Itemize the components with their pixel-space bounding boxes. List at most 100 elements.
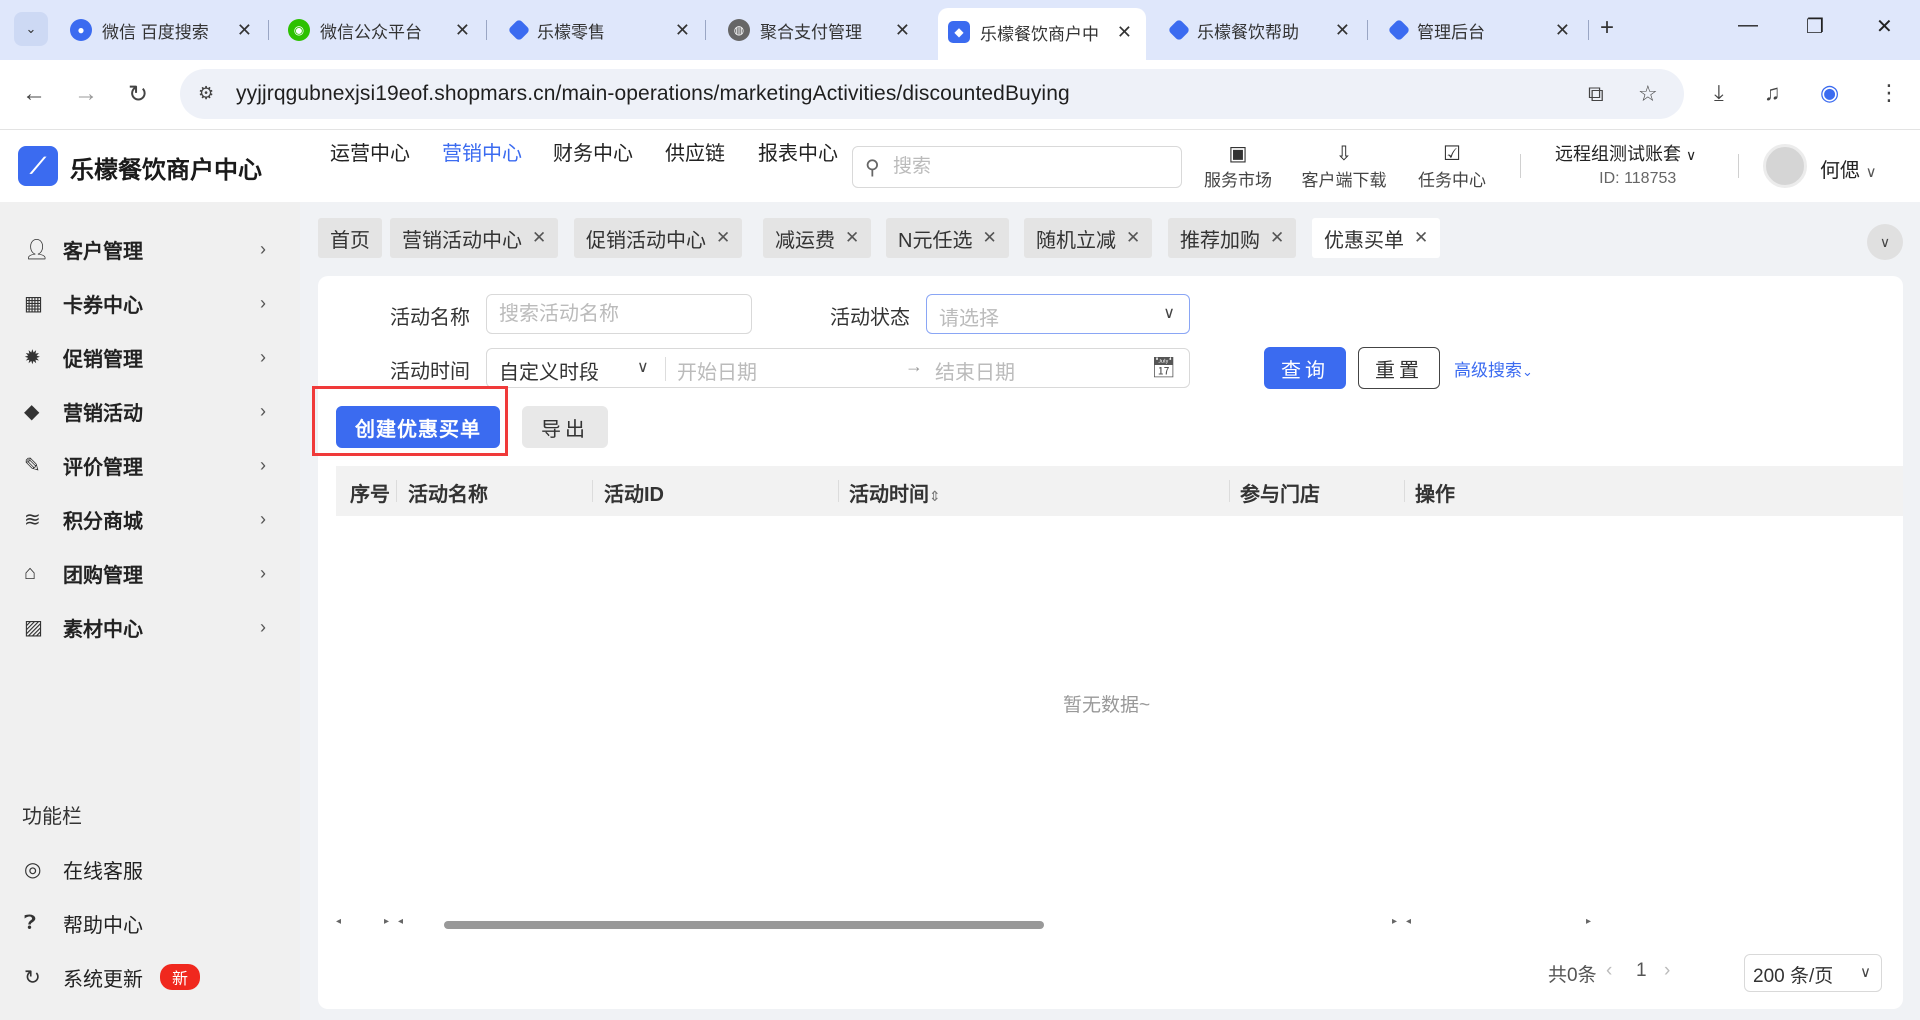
site-info-icon[interactable]: ⚙ xyxy=(198,83,214,104)
close-icon[interactable]: ✕ xyxy=(716,228,730,248)
scroll-right-icon[interactable]: ▸ xyxy=(1586,916,1591,927)
scroll-left-icon[interactable]: ◂ xyxy=(398,916,403,927)
scroll-right-icon[interactable]: ▸ xyxy=(384,916,389,927)
sidebar-item-system-update[interactable]: ↻ 系统更新 新 xyxy=(0,950,300,1004)
sidebar-item-customers[interactable]: 👤︎ 客户管理 › xyxy=(0,222,300,276)
tabs-dropdown-button[interactable]: ∨ xyxy=(1867,224,1903,260)
close-icon[interactable]: ✕ xyxy=(675,20,690,41)
user-menu[interactable]: 何偲 ∨ xyxy=(1820,154,1877,183)
scroll-left-icon[interactable]: ◂ xyxy=(336,916,341,927)
col-index: 序号 xyxy=(350,484,390,506)
page-size-select[interactable]: 200 条/页 ∨ xyxy=(1744,954,1882,992)
page-tab-shipping-discount[interactable]: 减运费 ✕ xyxy=(763,218,872,258)
prev-page-icon[interactable]: ‹ xyxy=(1606,960,1612,982)
close-icon[interactable]: ✕ xyxy=(1270,228,1284,248)
close-icon[interactable]: ✕ xyxy=(1555,20,1570,41)
service-market-button[interactable]: ▣ 服务市场 xyxy=(1198,142,1278,191)
col-activity-time[interactable]: 活动时间⇕ xyxy=(849,478,941,507)
sidebar-item-coupons[interactable]: ▦ 卡券中心 › xyxy=(0,276,300,330)
window-close-icon[interactable]: ✕ xyxy=(1876,14,1893,39)
export-button[interactable]: 导出 xyxy=(522,406,608,448)
browser-tab-help[interactable]: 乐檬餐饮帮助 ✕ xyxy=(1167,12,1350,48)
sidebar-item-points-mall[interactable]: ≋ 积分商城 › xyxy=(0,492,300,546)
page-tab-marketing-center[interactable]: 营销活动中心 ✕ xyxy=(390,218,559,258)
close-icon[interactable]: ✕ xyxy=(1335,20,1350,41)
main-panel: 活动名称 活动状态 请选择 ∨ 活动时间 自定义时段 ∨ 开始日期 → 结束日期… xyxy=(312,276,1903,1009)
account-switcher[interactable]: 远程组测试账套 ∨ ID: 118753 xyxy=(1555,140,1696,188)
topnav-finance[interactable]: 财务中心 xyxy=(553,138,633,170)
restore-icon[interactable]: ❐ xyxy=(1806,14,1824,39)
activity-name-input[interactable] xyxy=(487,295,751,333)
reload-icon[interactable]: ↻ xyxy=(128,80,148,109)
table-horizontal-scrollbar[interactable]: ◂ ▸ ◂ ▸ ◂ ▸ xyxy=(336,916,1903,932)
topnav-operations[interactable]: 运营中心 xyxy=(330,138,410,170)
browser-menu-icon[interactable]: ⋮ xyxy=(1878,80,1900,106)
url-text[interactable]: yyjjrqgubnexjsi19eof.shopmars.cn/main-op… xyxy=(236,82,1070,106)
browser-tab-wechat-mp[interactable]: ◉ 微信公众平台 ✕ xyxy=(288,12,470,48)
close-icon[interactable]: ✕ xyxy=(1414,228,1428,248)
page-tab-n-yuan-pick[interactable]: N元任选 ✕ xyxy=(886,218,1009,258)
page-tab-discounted-buying[interactable]: 优惠买单 ✕ xyxy=(1312,218,1441,258)
header-search-input[interactable] xyxy=(893,153,1173,181)
sidebar-item-promotions[interactable]: ✹ 促销管理 › xyxy=(0,330,300,384)
bookmark-star-icon[interactable]: ☆ xyxy=(1638,81,1658,107)
sidebar-item-group-buy[interactable]: ⌂ 团购管理 › xyxy=(0,546,300,600)
page-tab-home[interactable]: 首页 xyxy=(318,218,382,258)
topnav-supply-chain[interactable]: 供应链 xyxy=(665,138,725,170)
scrollbar-thumb[interactable] xyxy=(444,921,1044,929)
tab-search-button[interactable]: ⌄ xyxy=(14,12,48,46)
avatar[interactable] xyxy=(1763,144,1807,188)
close-icon[interactable]: ✕ xyxy=(532,228,546,248)
sidebar-item-online-service[interactable]: ◎ 在线客服 xyxy=(0,842,300,896)
browser-tab-admin[interactable]: 管理后台 ✕ xyxy=(1387,12,1570,48)
calendar-icon[interactable]: 📅︎ xyxy=(1151,355,1176,380)
close-icon[interactable]: ✕ xyxy=(845,228,859,248)
topnav-reports[interactable]: 报表中心 xyxy=(758,138,838,170)
sidebar-item-help-center[interactable]: ❓︎ 帮助中心 xyxy=(0,896,300,950)
page-tab-recommended-addon[interactable]: 推荐加购 ✕ xyxy=(1168,218,1297,258)
create-discounted-buying-button[interactable]: 创建优惠买单 xyxy=(336,406,500,448)
advanced-search-link[interactable]: 高级搜索⌄ xyxy=(1454,356,1533,381)
browser-tab-baidu[interactable]: ● 微信 百度搜索 ✕ xyxy=(70,12,252,48)
browser-tab-lemeng-retail[interactable]: 乐檬零售 ✕ xyxy=(507,12,690,48)
lemeng-icon: ◆ xyxy=(948,21,970,43)
page-tab-random-discount[interactable]: 随机立减 ✕ xyxy=(1024,218,1153,258)
sidebar-item-marketing[interactable]: ◆ 营销活动 › xyxy=(0,384,300,438)
next-page-icon[interactable]: › xyxy=(1664,960,1670,982)
browser-address-bar: ← → ↻ ⚙ yyjjrqgubnexjsi19eof.shopmars.cn… xyxy=(0,60,1920,130)
time-mode-select[interactable]: 自定义时段 xyxy=(499,356,599,385)
close-icon[interactable]: ✕ xyxy=(982,228,996,248)
close-icon[interactable]: ✕ xyxy=(895,20,910,41)
client-download-button[interactable]: ⇩ 客户端下载 xyxy=(1296,142,1392,191)
forward-icon[interactable]: → xyxy=(74,80,98,108)
page-tab-promotion-center[interactable]: 促销活动中心 ✕ xyxy=(574,218,743,258)
query-button[interactable]: 查询 xyxy=(1264,347,1346,389)
scroll-left-icon[interactable]: ◂ xyxy=(1406,916,1411,927)
sort-icon[interactable]: ⇕ xyxy=(929,488,941,504)
media-controls-icon[interactable]: ♫ xyxy=(1764,80,1781,106)
browser-tab-payment[interactable]: ◍ 聚合支付管理 ✕ xyxy=(728,12,910,48)
close-icon[interactable]: ✕ xyxy=(1126,228,1140,248)
downloads-icon[interactable]: ⤓ xyxy=(1714,80,1724,106)
end-date-input[interactable]: 结束日期 xyxy=(935,356,1015,385)
brand-logo-icon: ⟋ xyxy=(18,146,58,186)
task-center-button[interactable]: ☑ 任务中心 xyxy=(1412,142,1492,191)
sidebar-item-reviews[interactable]: ✎ 评价管理 › xyxy=(0,438,300,492)
new-tab-icon[interactable]: + xyxy=(1600,14,1614,42)
sidebar-item-materials[interactable]: ▨ 素材中心 › xyxy=(0,600,300,654)
topnav-marketing[interactable]: 营销中心 xyxy=(442,138,522,170)
activity-status-select[interactable]: 请选择 ∨ xyxy=(926,294,1190,334)
current-page[interactable]: 1 xyxy=(1636,960,1647,982)
close-icon[interactable]: ✕ xyxy=(237,20,252,41)
browser-tab-merchant-center[interactable]: ◆ 乐檬餐饮商户中心 ✕ xyxy=(938,8,1146,60)
close-icon[interactable]: ✕ xyxy=(455,20,470,41)
start-date-input[interactable]: 开始日期 xyxy=(677,356,757,385)
back-icon[interactable]: ← xyxy=(22,80,46,108)
profile-icon[interactable]: ◉ xyxy=(1820,80,1839,106)
scroll-right-icon[interactable]: ▸ xyxy=(1392,916,1397,927)
close-icon[interactable]: ✕ xyxy=(1117,22,1132,43)
minimize-icon[interactable]: — xyxy=(1738,14,1758,37)
translate-icon[interactable]: ⧉ xyxy=(1588,81,1604,107)
reset-button[interactable]: 重置 xyxy=(1358,347,1440,389)
url-bar[interactable]: ⚙ yyjjrqgubnexjsi19eof.shopmars.cn/main-… xyxy=(180,69,1684,119)
